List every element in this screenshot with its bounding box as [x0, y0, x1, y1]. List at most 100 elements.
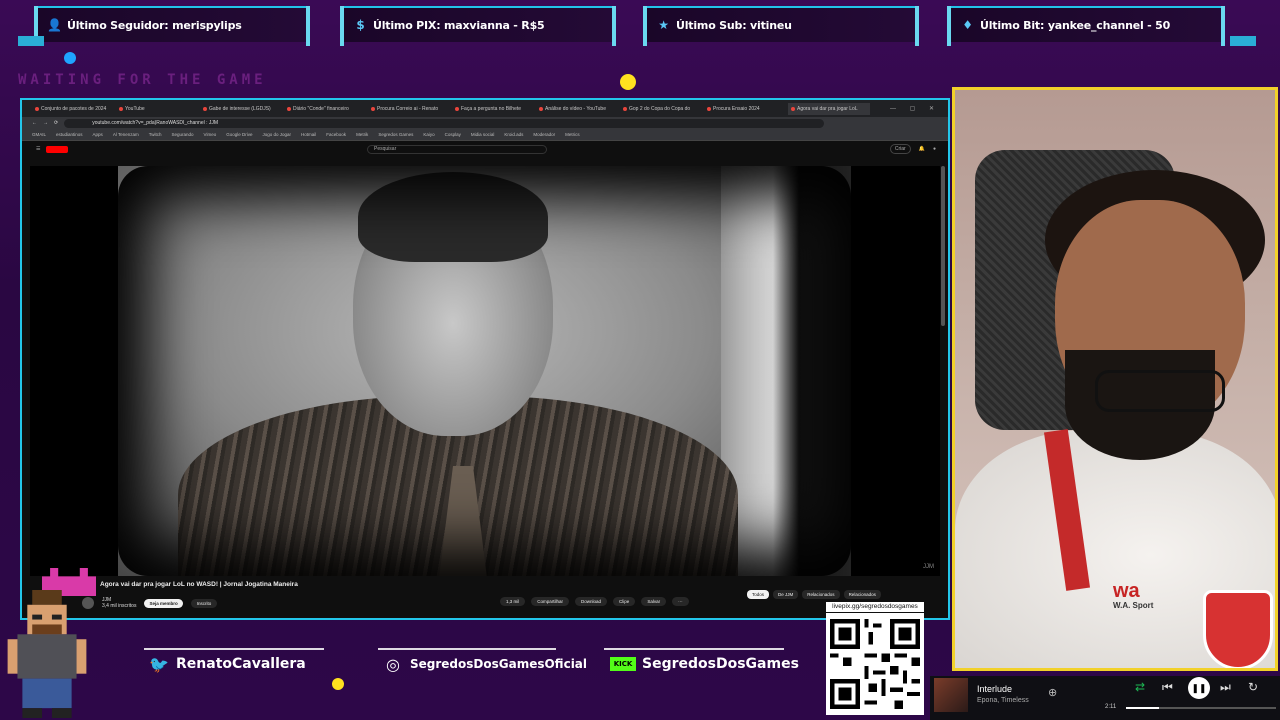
reload-icon[interactable]: ⟳ — [54, 120, 58, 126]
bookmark[interactable]: Apps — [93, 132, 103, 137]
video-title: Agora vai dar pra jogar LoL no WASD! | J… — [100, 581, 298, 588]
address-bar: ← → ⟳ youtube.com/watch?v=_pda)RanoWASDI… — [22, 117, 948, 129]
bookmark[interactable]: Metrik — [356, 132, 368, 137]
back-icon[interactable]: ← — [32, 120, 37, 126]
decor-dot — [64, 52, 76, 64]
browser-tab[interactable]: Procura Correio ai - Renato — [368, 103, 450, 115]
browser-tab[interactable]: Gop 2 do Copa do Copa do — [620, 103, 702, 115]
kick-handle: SegredosDosGames — [642, 656, 799, 672]
browser-tab[interactable]: Gabe de interesse (LGDJS) — [200, 103, 282, 115]
forward-icon[interactable]: → — [43, 120, 48, 126]
chip-channel[interactable]: De JJM — [773, 590, 799, 599]
bookmark[interactable]: Kroid.ads — [504, 132, 523, 137]
chip-all[interactable]: Todos — [747, 590, 770, 599]
clip-button[interactable]: Clipe — [613, 597, 636, 606]
favicon-icon — [203, 106, 207, 111]
webcam-feed: wa W.A. Sport — [952, 87, 1278, 671]
channel-info[interactable]: JJM 3,4 mil inscritos — [102, 597, 136, 609]
create-button[interactable]: Criar — [889, 144, 911, 154]
repeat-icon[interactable]: ↻ — [1248, 680, 1258, 694]
browser-tab[interactable]: Diário "Conde" financeiro — [284, 103, 366, 115]
track-progress[interactable] — [1126, 707, 1276, 709]
favicon-icon — [35, 106, 39, 111]
bookmark[interactable]: Twitch — [149, 132, 162, 137]
last-sub-label: Último Sub: vitineu — [676, 18, 792, 32]
browser-tab-active[interactable]: Agora vai dar pra jogar LoL — [788, 102, 870, 115]
last-bit-label: Último Bit: yankee_channel - 50 — [980, 18, 1171, 32]
favicon-icon — [455, 106, 459, 111]
shirt-badge — [1203, 590, 1273, 668]
bookmark[interactable]: Kaiyo — [423, 132, 434, 137]
menu-icon[interactable]: ☰ — [36, 146, 40, 152]
bookmark[interactable]: Al Tenenzam — [113, 132, 139, 137]
chip-related[interactable]: Relacionados — [802, 590, 840, 599]
download-button[interactable]: Download — [575, 597, 608, 606]
pause-button[interactable]: ❚❚ — [1188, 677, 1210, 699]
bookmark[interactable]: Segurando — [172, 132, 194, 137]
alert-bar: 👤 Último Seguidor: merispylips $ Último … — [0, 0, 1280, 48]
qr-code-icon — [826, 613, 924, 715]
video-watermark: JJM — [923, 564, 934, 570]
avatar[interactable]: ● — [933, 146, 936, 152]
like-button[interactable]: 1,3 mil — [500, 597, 526, 606]
url-field[interactable]: youtube.com/watch?v=_pda)RanoWASDI_chann… — [64, 118, 825, 128]
track-artist: Epona, Timeless — [977, 697, 1029, 704]
share-button[interactable]: Compartilhar — [531, 597, 570, 606]
qr-url: livepix.gg/segredosdosgames — [826, 602, 924, 612]
browser-tab[interactable]: Procura Ensaio 2024 — [704, 103, 786, 115]
waiting-text: WAITING FOR THE GAME — [18, 72, 267, 88]
shirt-logo: wa W.A. Sport — [1113, 580, 1154, 610]
bookmark[interactable]: Cosplay — [445, 132, 461, 137]
bookmark[interactable]: Facebook — [326, 132, 346, 137]
more-button[interactable]: ··· — [672, 597, 689, 606]
twitter-handle: RenatoCavallera — [176, 656, 306, 672]
bookmark[interactable]: Segredos Games — [378, 132, 413, 137]
track-progress-fill — [1126, 707, 1159, 709]
instagram-icon: ◎ — [386, 654, 400, 674]
bookmark[interactable]: GMAIL — [32, 132, 46, 137]
window-controls[interactable]: — ▢ ✕ — [890, 105, 940, 112]
shuffle-icon[interactable]: ⇄ — [1135, 680, 1145, 694]
last-pix-alert: $ Último PIX: maxvianna - R$5 — [340, 6, 616, 46]
video-frame — [118, 166, 851, 576]
browser-tabstrip: Conjunto de pacotes de 2024 YouTube Gabe… — [22, 100, 948, 117]
video-vignette — [118, 166, 851, 576]
video-player[interactable]: JJM — [30, 166, 940, 576]
favicon-icon — [791, 106, 795, 111]
previous-icon[interactable]: ⏮ — [1162, 680, 1173, 695]
bookmark[interactable]: Moderador — [533, 132, 555, 137]
youtube-logo[interactable] — [46, 145, 69, 153]
next-icon[interactable]: ⏭ — [1220, 680, 1231, 695]
favicon-icon — [539, 106, 543, 111]
browser-tab[interactable]: Conjunto de pacotes de 2024 — [32, 103, 114, 115]
music-player: Interlude Epona, Timeless ⊕ ⇄ ⏮ ❚❚ ⏭ ↻ 2… — [930, 676, 1280, 720]
browser-tab[interactable]: Faça a pergunta no Bilhete — [452, 103, 534, 115]
bookmark[interactable]: Hotmail — [301, 132, 316, 137]
bookmark[interactable]: Vimeo — [204, 132, 217, 137]
related-chips: Todos De JJM Relacionados Relacionados — [747, 590, 881, 599]
social-kick: KICK SegredosDosGames — [602, 650, 807, 678]
member-button[interactable]: Seja membro — [144, 598, 183, 608]
bookmark[interactable]: Google Drive — [226, 132, 252, 137]
user-icon: 👤 — [47, 18, 62, 32]
browser-tab[interactable]: Análise do vídeo - YouTube — [536, 103, 618, 115]
bell-icon[interactable]: 🔔 — [919, 146, 925, 152]
favicon-icon — [707, 106, 711, 111]
video-actions: 1,3 mil Compartilhar Download Clipe Salv… — [500, 597, 689, 606]
save-button[interactable]: Salvar — [641, 597, 667, 606]
channel-row: JJM 3,4 mil inscritos Seja membro Inscrit… — [82, 597, 218, 609]
decor-tab — [1230, 36, 1256, 46]
channel-subscribers: 3,4 mil inscritos — [102, 603, 137, 609]
bookmark[interactable]: Metrics — [565, 132, 580, 137]
bookmark[interactable]: estudiantinos — [56, 132, 83, 137]
chip-related[interactable]: Relacionados — [843, 590, 881, 599]
add-icon[interactable]: ⊕ — [1048, 686, 1057, 699]
subscribe-button[interactable]: Inscrito — [190, 598, 218, 608]
bookmark[interactable]: Jogo do Jogar — [263, 132, 292, 137]
last-follower-label: Último Seguidor: merispylips — [67, 18, 242, 32]
browser-tab[interactable]: YouTube — [116, 103, 198, 115]
youtube-header: ☰ Pesquisar Criar 🔔 ● — [22, 141, 948, 157]
scrollbar[interactable] — [941, 166, 945, 326]
bookmark[interactable]: Midia social — [471, 132, 495, 137]
search-input[interactable]: Pesquisar — [367, 144, 547, 154]
